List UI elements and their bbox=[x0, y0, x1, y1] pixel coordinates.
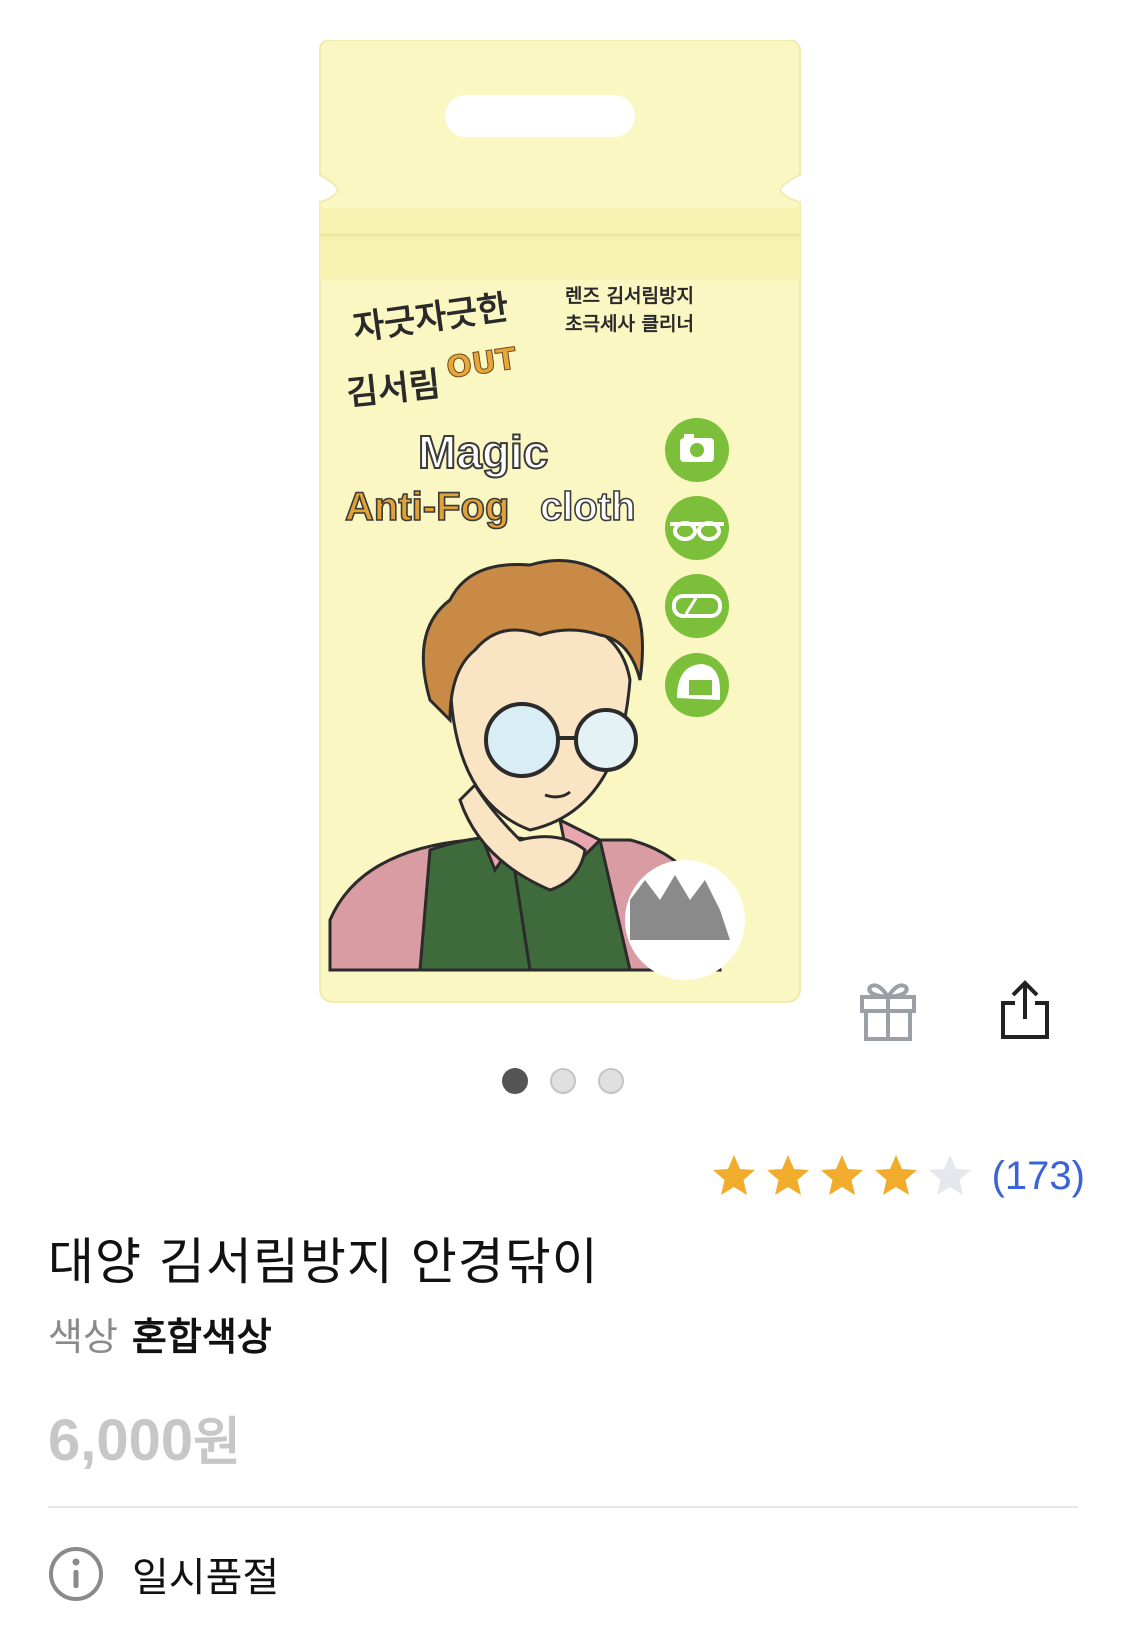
stock-status-row: 일시품절 bbox=[48, 1545, 279, 1603]
stock-status-text: 일시품절 bbox=[132, 1555, 280, 1601]
price-number: 6,000 bbox=[48, 1408, 194, 1473]
info-icon bbox=[49, 1547, 103, 1601]
price: 6,000원 bbox=[48, 1400, 241, 1475]
share-button[interactable] bbox=[985, 970, 1065, 1050]
image-gallery[interactable]: 자긋자긋한 김서림 OUT 렌즈 김서림방지 초극세사 클리너 Magic An… bbox=[0, 0, 1125, 1100]
star-filled-icon bbox=[766, 1155, 809, 1195]
pack-tagline-2: 초극세사 클리너 bbox=[565, 313, 694, 335]
gallery-dot[interactable] bbox=[549, 1068, 576, 1094]
option-label: 색상 bbox=[48, 1315, 118, 1359]
star-filled-icon bbox=[874, 1155, 917, 1195]
share-icon bbox=[1001, 980, 1049, 1039]
star-empty-icon bbox=[928, 1155, 971, 1195]
pack-tagline-1: 렌즈 김서림방지 bbox=[565, 285, 694, 307]
brand-antifog: Anti-Fog bbox=[345, 485, 509, 529]
goggles-icon bbox=[665, 574, 729, 638]
gallery-dot[interactable] bbox=[597, 1068, 624, 1094]
option-value: 혼합색상 bbox=[131, 1315, 272, 1359]
brand-magic: Magic bbox=[418, 426, 548, 478]
hang-hole bbox=[445, 95, 635, 137]
camera-icon bbox=[665, 418, 729, 482]
star-filled-icon bbox=[712, 1155, 755, 1195]
rating-summary[interactable]: (173) bbox=[710, 1152, 1085, 1200]
gallery-dot[interactable] bbox=[501, 1068, 528, 1094]
helmet-icon bbox=[665, 653, 729, 717]
brand-cloth: cloth bbox=[540, 485, 636, 529]
product-title: 대양 김서림방지 안경닦이 bbox=[48, 1233, 599, 1291]
glasses-icon bbox=[665, 496, 729, 560]
review-count-link[interactable]: (173) bbox=[992, 1154, 1085, 1199]
product-image: 자긋자긋한 김서림 OUT 렌즈 김서림방지 초극세사 클리너 Magic An… bbox=[319, 40, 801, 1003]
zipper-strip bbox=[320, 208, 800, 280]
gift-icon bbox=[860, 983, 916, 1041]
price-unit: 원 bbox=[193, 1413, 241, 1473]
gift-button[interactable] bbox=[848, 970, 928, 1050]
star-rating bbox=[710, 1152, 974, 1200]
star-filled-icon bbox=[820, 1155, 863, 1195]
divider bbox=[48, 1506, 1078, 1508]
option-row: 색상 혼합색상 bbox=[48, 1306, 272, 1361]
gallery-pagination bbox=[0, 1068, 1125, 1098]
